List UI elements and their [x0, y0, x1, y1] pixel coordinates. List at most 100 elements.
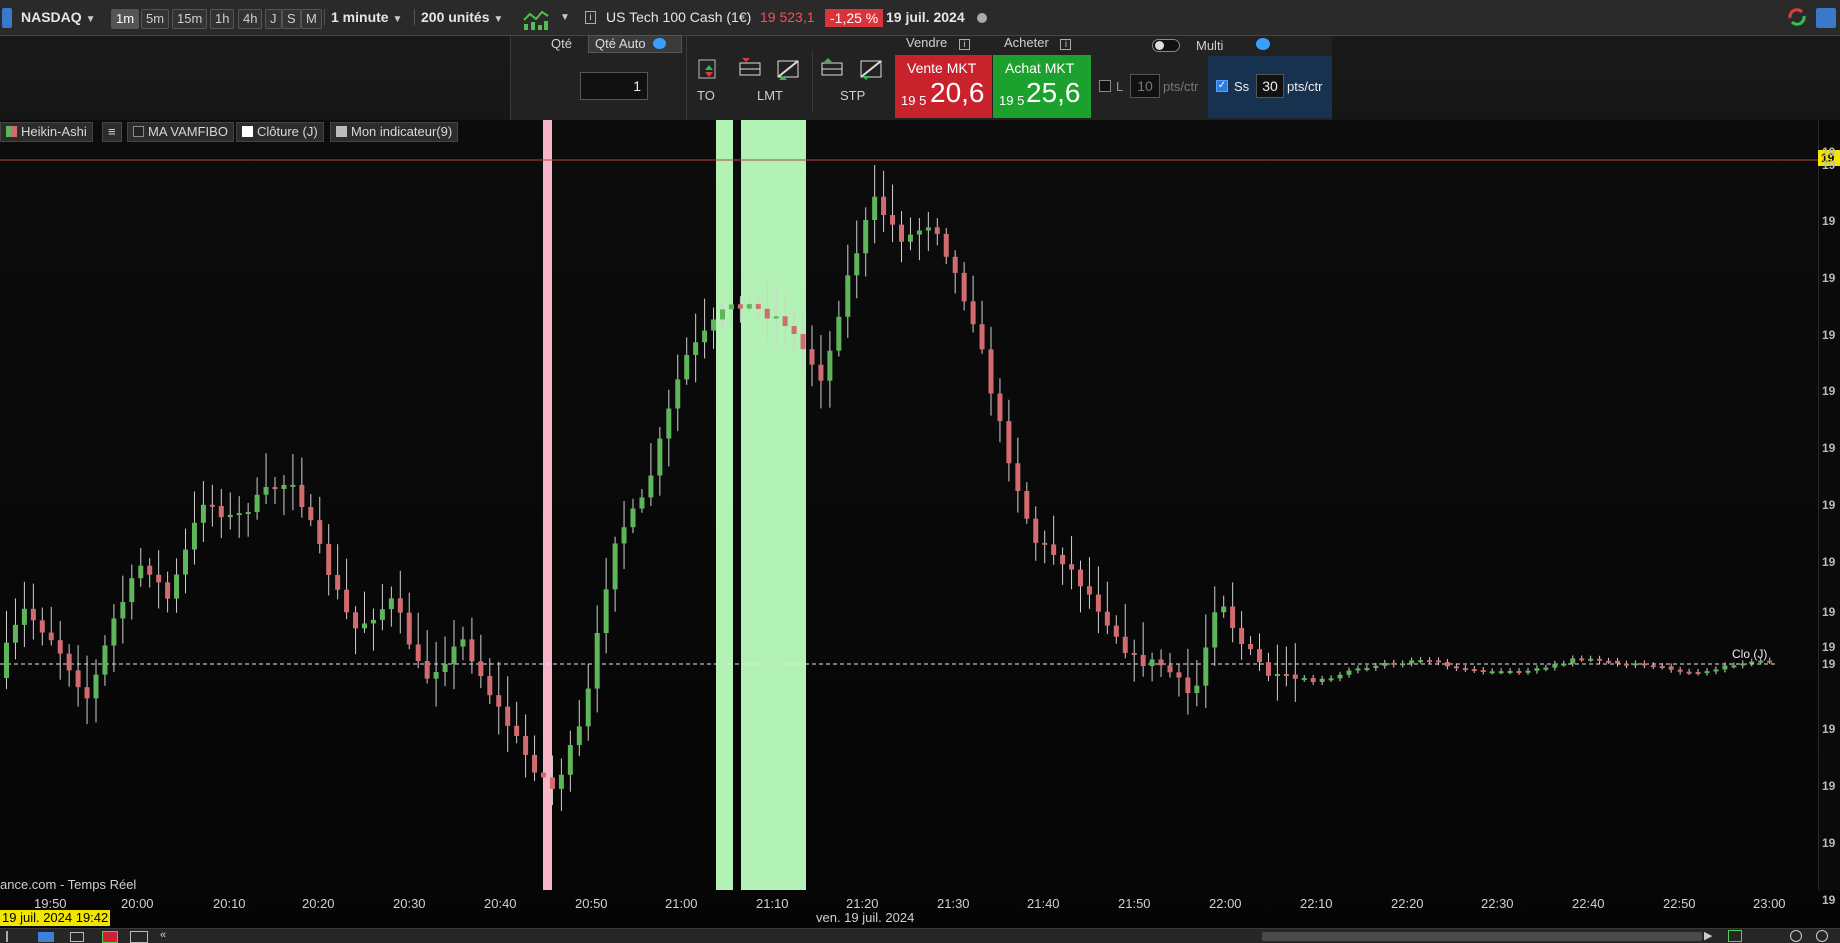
multi-toggle[interactable] — [1152, 39, 1180, 52]
price-chart[interactable] — [0, 120, 1818, 890]
stop-checkbox[interactable]: ✓ — [1216, 80, 1228, 92]
candle-body — [603, 589, 609, 634]
candle-body — [746, 304, 752, 309]
period-dropdown[interactable]: 1 minute ▼ — [324, 9, 402, 25]
save-icon[interactable] — [70, 932, 84, 942]
zoom-out-icon[interactable] — [1790, 930, 1802, 942]
chat-bubble-icon[interactable] — [1256, 38, 1270, 50]
candle-body — [916, 230, 922, 235]
candle-body — [191, 522, 197, 550]
sell-header: Vendre i — [906, 35, 970, 50]
timeframe-1h[interactable]: 1h — [210, 9, 235, 29]
candle-body — [1427, 660, 1433, 663]
custom-label: Mon indicateur(9) — [351, 124, 453, 139]
indicator-list-button[interactable]: ≡ — [102, 122, 122, 142]
panel-toggle-icon[interactable] — [1816, 8, 1836, 28]
timeframe-week[interactable]: S — [282, 9, 301, 29]
candle-body — [961, 272, 967, 302]
units-dropdown[interactable]: 200 unités ▼ — [414, 9, 503, 25]
candle-body — [1292, 674, 1298, 679]
candle-body — [272, 487, 278, 490]
stp-buy-icon[interactable] — [819, 56, 845, 82]
candle-body — [827, 350, 833, 381]
indicator-ma-vamfibo[interactable]: MA VAMFIBO — [127, 122, 234, 142]
candle-body — [890, 215, 896, 225]
stop-label: Ss — [1234, 79, 1250, 94]
lmt-sell-icon[interactable] — [775, 56, 801, 82]
horizontal-scrollbar[interactable] — [1262, 932, 1702, 941]
zoom-in-icon[interactable] — [1816, 930, 1828, 942]
candle-body — [863, 220, 869, 254]
chevron-down-icon[interactable]: ▼ — [560, 12, 570, 23]
candle-body — [1283, 674, 1289, 677]
candle-body — [424, 661, 430, 679]
time-axis-label: 22:00 — [1209, 896, 1242, 911]
candle-body — [1740, 663, 1746, 666]
stop-input[interactable]: 30 — [1256, 74, 1284, 98]
candle-body — [496, 695, 502, 707]
timeframe-4h[interactable]: 4h — [238, 9, 263, 29]
bottom-toolbar: « ▶ — [0, 928, 1840, 943]
timeframe-15m[interactable]: 15m — [172, 9, 208, 29]
qty-input[interactable]: 1 — [580, 72, 648, 100]
candle-body — [1113, 625, 1119, 637]
timeframe-day[interactable]: J — [265, 9, 282, 29]
heikin-label: Heikin-Ashi — [21, 124, 87, 139]
candle-body — [200, 504, 206, 523]
timeframe-5m[interactable]: 5m — [141, 9, 170, 29]
scroll-left-icon[interactable]: « — [160, 929, 166, 941]
candle-body — [1453, 666, 1459, 669]
candle-body — [66, 653, 72, 671]
candle-body — [1471, 669, 1477, 672]
candle-body — [460, 639, 466, 647]
candle-body — [576, 726, 582, 746]
candle-body — [39, 620, 45, 633]
app-menu-icon[interactable] — [2, 8, 12, 28]
indicator-close[interactable]: Clôture (J) — [236, 122, 324, 142]
candle-body — [1462, 668, 1468, 671]
time-axis-label: 22:50 — [1663, 896, 1696, 911]
share-icon[interactable] — [6, 931, 18, 942]
limit-checkbox[interactable] — [1099, 80, 1111, 92]
candle-body — [362, 623, 367, 629]
stp-sell-icon[interactable] — [858, 56, 884, 82]
market-selector[interactable]: NASDAQ ▼ — [21, 9, 95, 25]
lmt-sell-graphic — [777, 60, 799, 80]
add-chart-icon[interactable] — [102, 931, 118, 943]
limit-input[interactable]: 10 — [1130, 74, 1160, 98]
indicator-heikin-ashi[interactable]: Heikin-Ashi — [0, 122, 93, 142]
indicator-custom[interactable]: Mon indicateur(9) — [330, 122, 459, 142]
candle-body — [1731, 665, 1737, 668]
candle-body — [1131, 652, 1137, 656]
price-axis-label: 19 — [1822, 722, 1836, 736]
timeframe-month[interactable]: M — [301, 9, 322, 29]
price-axis-label: 19 — [1822, 328, 1836, 342]
indicator-add-icon[interactable] — [1728, 930, 1742, 942]
candle-body — [1346, 670, 1352, 675]
timeframe-1m[interactable]: 1m — [111, 9, 140, 29]
candle-body — [1149, 659, 1155, 667]
lmt-buy-icon[interactable] — [737, 56, 763, 82]
scroll-right-icon[interactable]: ▶ — [1704, 929, 1712, 942]
candle-body — [370, 619, 376, 624]
folder-icon[interactable] — [38, 932, 54, 942]
info-icon[interactable]: i — [1060, 39, 1072, 50]
candle-body — [1095, 594, 1101, 612]
info-icon[interactable]: i — [585, 11, 596, 24]
candle-body — [1337, 674, 1343, 679]
info-icon[interactable]: i — [958, 39, 970, 50]
candle-body — [845, 275, 851, 317]
chart-type-icon[interactable] — [522, 6, 550, 32]
candle-body — [1355, 668, 1361, 671]
buy-market-button[interactable]: Achat MKT 19 5 25,6 — [993, 55, 1091, 118]
candle-body — [245, 512, 251, 515]
to-order-icon[interactable] — [695, 56, 721, 82]
refresh-icon[interactable] — [1786, 6, 1808, 28]
limit-label: L — [1116, 79, 1124, 94]
green-band-2 — [741, 120, 806, 890]
qty-auto-toggle[interactable]: Qté Auto — [588, 35, 682, 53]
candle-body — [1704, 671, 1710, 674]
sell-market-button[interactable]: Vente MKT 19 5 20,6 — [895, 55, 992, 118]
print-icon[interactable] — [130, 931, 148, 943]
candle-body — [1570, 658, 1576, 664]
